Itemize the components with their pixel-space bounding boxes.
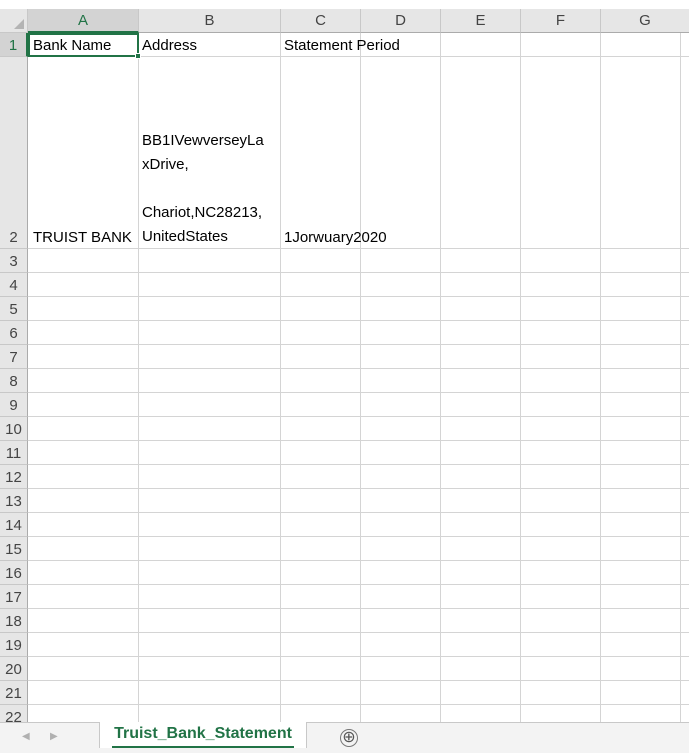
- row-number: 18: [5, 613, 22, 630]
- gridline: [28, 680, 689, 681]
- row-header-21[interactable]: 21: [0, 681, 28, 705]
- gridline: [138, 33, 139, 722]
- column-header-c[interactable]: C: [281, 9, 361, 33]
- row-number: 21: [5, 685, 22, 702]
- column-header-d[interactable]: D: [361, 9, 441, 33]
- row-number: 5: [9, 301, 18, 318]
- row-number: 15: [5, 541, 22, 558]
- cell-a2[interactable]: TRUIST BANK: [33, 229, 132, 246]
- row-number: 8: [9, 373, 18, 390]
- gridline: [28, 248, 689, 249]
- gridline: [28, 272, 689, 273]
- row-header-20[interactable]: 20: [0, 657, 28, 681]
- row-header-10[interactable]: 10: [0, 417, 28, 441]
- row-number: 10: [5, 421, 22, 438]
- gridline: [28, 536, 689, 537]
- row-header-9[interactable]: 9: [0, 393, 28, 417]
- row-number: 19: [5, 637, 22, 654]
- row-number: 16: [5, 565, 22, 582]
- gridline: [28, 656, 689, 657]
- cell-b1[interactable]: Address: [142, 37, 197, 54]
- gridline: [28, 512, 689, 513]
- gridline: [28, 560, 689, 561]
- column-header-g[interactable]: G: [601, 9, 689, 33]
- column-header-e[interactable]: E: [441, 9, 521, 33]
- row-number: 2: [9, 229, 18, 246]
- row-number: 22: [5, 709, 22, 722]
- sheet-tab-label: Truist_Bank_Statement: [114, 725, 292, 742]
- row-header-19[interactable]: 19: [0, 633, 28, 657]
- gridline: [28, 704, 689, 705]
- gridline: [28, 392, 689, 393]
- gridline: [28, 344, 689, 345]
- row-header-18[interactable]: 18: [0, 609, 28, 633]
- row-number: 14: [5, 517, 22, 534]
- fill-handle[interactable]: [135, 53, 141, 59]
- gridline: [440, 33, 441, 722]
- row-number: 17: [5, 589, 22, 606]
- row-number: 12: [5, 469, 22, 486]
- add-sheet-icon[interactable]: ⊕: [340, 729, 358, 747]
- gridline: [28, 464, 689, 465]
- gridline: [280, 33, 281, 722]
- row-header-5[interactable]: 5: [0, 297, 28, 321]
- row-header-15[interactable]: 15: [0, 537, 28, 561]
- row-header-7[interactable]: 7: [0, 345, 28, 369]
- row-number: 7: [9, 349, 18, 366]
- row-header-14[interactable]: 14: [0, 513, 28, 537]
- row-header-22[interactable]: 22: [0, 705, 28, 722]
- sheet-tab-bar: ◀ ▶ Truist_Bank_Statement ⊕: [0, 722, 689, 753]
- row-number: 3: [9, 253, 18, 270]
- gridline: [680, 33, 681, 722]
- row-header-16[interactable]: 16: [0, 561, 28, 585]
- row-header-4[interactable]: 4: [0, 273, 28, 297]
- row-header-6[interactable]: 6: [0, 321, 28, 345]
- gridline: [28, 416, 689, 417]
- row-number: 1: [8, 37, 18, 54]
- row-header-3[interactable]: 3: [0, 249, 28, 273]
- column-header-b[interactable]: B: [139, 9, 281, 33]
- sheet-tab-truist-bank-statement[interactable]: Truist_Bank_Statement: [99, 722, 307, 748]
- gridline: [360, 33, 361, 722]
- next-sheet-arrow-icon[interactable]: ▶: [50, 731, 58, 742]
- row-header-11[interactable]: 11: [0, 441, 28, 465]
- row-number: 13: [5, 493, 22, 510]
- gridline: [28, 440, 689, 441]
- previous-sheet-arrow-icon[interactable]: ◀: [22, 731, 30, 742]
- gridline: [28, 320, 689, 321]
- gridline: [600, 33, 601, 722]
- gridline: [28, 368, 689, 369]
- row-header-12[interactable]: 12: [0, 465, 28, 489]
- spreadsheet-grid[interactable]: A B C D E F G 1 2 3 4 5 6 7 8 9 10 11 12…: [0, 0, 689, 722]
- gridline: [28, 608, 689, 609]
- active-cell-border: [28, 33, 139, 57]
- cell-b2[interactable]: BB1IVewverseyLa xDrive, Chariot,NC28213,…: [142, 129, 264, 249]
- row-header-13[interactable]: 13: [0, 489, 28, 513]
- row-number: 4: [9, 277, 18, 294]
- select-all-triangle-icon: [14, 19, 24, 29]
- column-header-f[interactable]: F: [521, 9, 601, 33]
- row-header-8[interactable]: 8: [0, 369, 28, 393]
- column-header-a[interactable]: A: [28, 9, 139, 33]
- row-number: 6: [9, 325, 18, 342]
- active-tab-underline: [112, 746, 294, 748]
- cell-c1[interactable]: Statement Period: [284, 37, 400, 54]
- row-header-17[interactable]: 17: [0, 585, 28, 609]
- gridline: [28, 296, 689, 297]
- row-number: 20: [5, 661, 22, 678]
- row-number: 9: [9, 397, 18, 414]
- select-all-corner[interactable]: [0, 9, 28, 33]
- row-number: 11: [5, 445, 22, 462]
- gridline: [28, 632, 689, 633]
- cell-c2[interactable]: 1Jorwuary2020: [284, 229, 387, 246]
- gridline: [28, 488, 689, 489]
- gridline: [520, 33, 521, 722]
- gridline: [28, 584, 689, 585]
- row-header-1[interactable]: 1: [0, 33, 28, 57]
- row-header-2[interactable]: 2: [0, 57, 28, 249]
